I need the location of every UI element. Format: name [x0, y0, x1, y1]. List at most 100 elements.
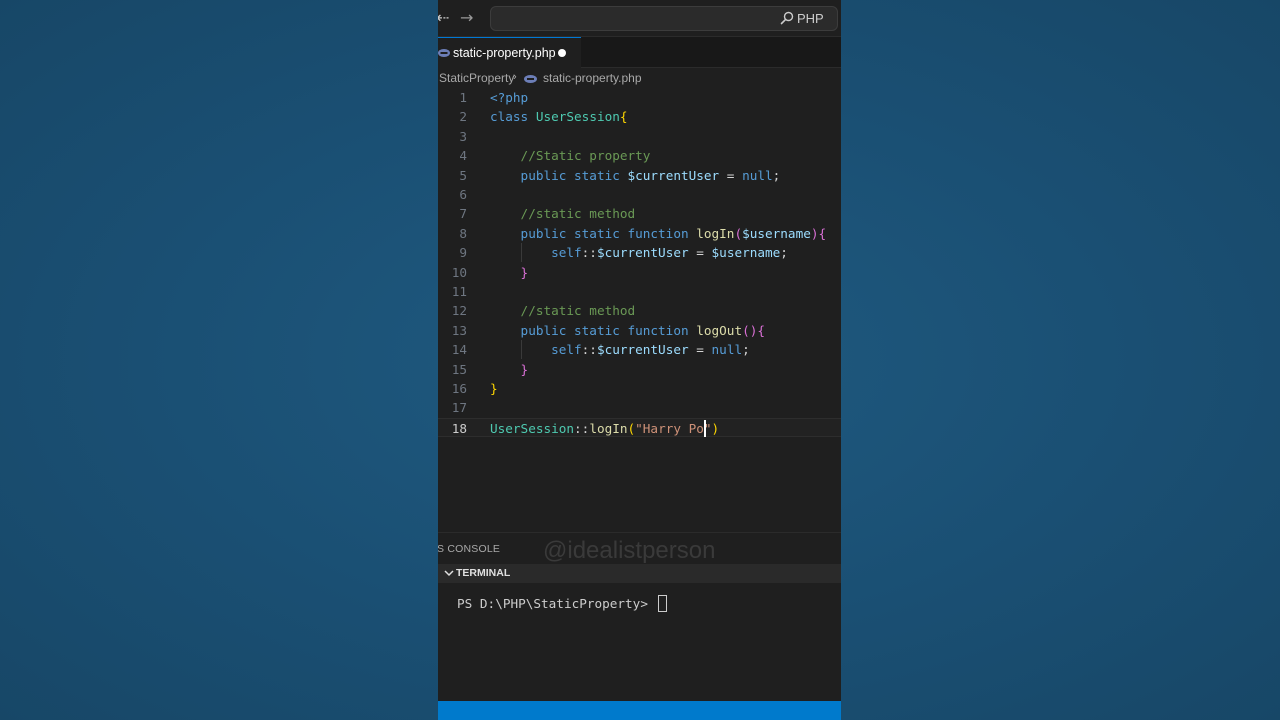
- code-token: public static function: [490, 322, 697, 338]
- terminal-prompt: PS D:\PHP\StaticProperty>: [457, 596, 656, 611]
- code-line[interactable]: 15 }: [438, 360, 841, 379]
- code-text: //static method: [490, 301, 636, 320]
- code-text: }: [490, 379, 498, 398]
- code-text: self::$currentUser = $username;: [490, 243, 788, 262]
- code-line[interactable]: 16}: [438, 379, 841, 398]
- code-token: (: [627, 420, 636, 436]
- code-token: (){: [742, 322, 766, 338]
- code-text: }: [490, 263, 529, 282]
- code-token: =: [688, 342, 712, 358]
- status-bar: [438, 701, 841, 720]
- code-text: //static method: [490, 204, 636, 223]
- tab-bar: static-property.php: [438, 37, 841, 68]
- code-token: $currentUser: [596, 245, 689, 261]
- code-token: UserSession: [490, 420, 575, 436]
- code-token: UserSession: [535, 109, 620, 125]
- line-number: 16: [451, 381, 467, 396]
- php-file-icon: [438, 49, 450, 57]
- php-file-icon: [524, 75, 537, 83]
- code-line[interactable]: 3: [438, 127, 841, 146]
- line-number: 17: [451, 400, 467, 416]
- code-editor[interactable]: 1 <?php 2 class UserSession{3 4 //Static pro…: [438, 88, 841, 532]
- code-line[interactable]: 8 public static function logIn($username…: [438, 224, 841, 243]
- terminal[interactable]: PS D:\PHP\StaticProperty>: [438, 583, 841, 701]
- code-token: logIn: [696, 225, 735, 241]
- code-line[interactable]: 14 self::$currentUser = null;: [438, 340, 841, 359]
- line-number: 2: [459, 109, 467, 125]
- code-token: $username: [742, 225, 811, 241]
- watermark: @idealistperson: [543, 537, 716, 564]
- code-text: //Static property: [490, 146, 651, 165]
- chevron-down-icon[interactable]: [444, 569, 454, 577]
- code-token: $currentUser: [627, 167, 720, 183]
- breadcrumb-folder[interactable]: StaticProperty: [439, 71, 514, 85]
- search-icon: [780, 11, 794, 25]
- chevron-right-icon: ›: [513, 71, 517, 83]
- tab-label: static-property.php: [453, 46, 556, 60]
- vscode-window: ⇠ → PHP static-property.php StaticProper…: [438, 0, 841, 720]
- line-number: 4: [459, 148, 467, 164]
- code-line[interactable]: 2 class UserSession{: [438, 107, 841, 126]
- code-line[interactable]: 1 <?php: [438, 88, 841, 107]
- line-number: 3: [459, 128, 467, 144]
- tab-debug-console[interactable]: S CONSOLE: [438, 543, 500, 555]
- code-line[interactable]: 5 public static $currentUser = null;: [438, 166, 841, 185]
- terminal-header[interactable]: TERMINAL: [438, 564, 841, 583]
- line-number: 10: [451, 264, 467, 280]
- arrow-left-icon[interactable]: ⇠: [438, 8, 449, 28]
- terminal-cursor: [658, 595, 667, 612]
- line-number: 1: [459, 90, 467, 105]
- code-line[interactable]: 4 //Static property: [438, 146, 841, 165]
- code-token: public static function: [490, 225, 697, 241]
- code-line[interactable]: 11: [438, 282, 841, 301]
- line-number: 14: [451, 342, 467, 358]
- code-token: ::: [574, 420, 590, 436]
- code-token: null: [742, 167, 773, 183]
- dot-icon[interactable]: [558, 49, 566, 57]
- code-line[interactable]: 18 UserSession::logIn("Harry Po"): [438, 417, 841, 438]
- code-line[interactable]: 6: [438, 185, 841, 204]
- search-label: PHP: [797, 11, 824, 26]
- code-token: //static method: [490, 206, 636, 222]
- code-token: "Harry Po": [635, 420, 712, 436]
- code-token: self: [490, 342, 582, 358]
- code-line[interactable]: 7 //static method: [438, 204, 841, 223]
- panel-header: S CONSOLE @idealistperson: [438, 532, 841, 564]
- tab-static-property[interactable]: static-property.php: [438, 37, 581, 68]
- code-line[interactable]: 12 //static method: [438, 301, 841, 320]
- code-line[interactable]: 17: [438, 398, 841, 417]
- code-token: }: [490, 264, 529, 280]
- code-token: $username: [711, 245, 781, 261]
- arrow-right-icon[interactable]: →: [460, 8, 473, 28]
- code-line[interactable]: 9 self::$currentUser = $username;: [438, 243, 841, 262]
- line-number: 7: [459, 206, 467, 222]
- command-center-search[interactable]: PHP: [490, 6, 838, 31]
- code-text: class UserSession{: [490, 107, 628, 126]
- line-number: 9: [459, 245, 467, 261]
- line-number: 6: [459, 187, 467, 202]
- code-line[interactable]: 10 }: [438, 263, 841, 282]
- code-token: (: [734, 225, 743, 241]
- code-text: }: [490, 360, 529, 379]
- breadcrumb-file[interactable]: static-property.php: [543, 71, 642, 85]
- code-token: public static: [490, 167, 628, 183]
- line-number: 13: [451, 322, 467, 338]
- code-line[interactable]: 13 public static function logOut(){: [438, 321, 841, 340]
- code-token: logIn: [589, 420, 628, 436]
- code-token: ::: [581, 245, 597, 261]
- code-token: null: [711, 342, 743, 358]
- line-number: 12: [451, 303, 467, 319]
- code-token: ;: [780, 245, 788, 261]
- code-token: }: [490, 381, 498, 396]
- terminal-title: TERMINAL: [456, 567, 511, 579]
- code-token: =: [719, 167, 743, 183]
- title-bar: ⇠ → PHP: [438, 0, 841, 37]
- code-text: public static $currentUser = null;: [490, 166, 781, 185]
- code-token: ;: [742, 342, 750, 358]
- code-text: public static function logOut(){: [490, 321, 765, 340]
- code-token: }: [490, 361, 529, 377]
- text-cursor: [704, 419, 706, 437]
- code-token: class: [490, 109, 536, 125]
- code-token: {: [619, 109, 628, 125]
- line-number: 8: [459, 225, 467, 241]
